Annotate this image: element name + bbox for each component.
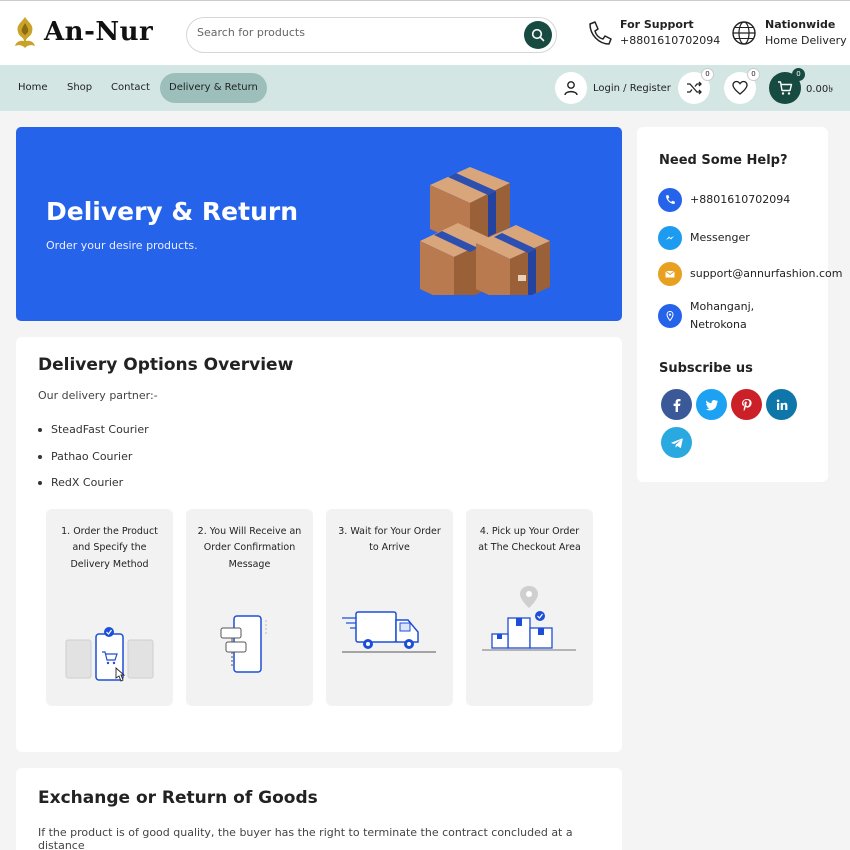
nav-item-home[interactable]: Home	[9, 73, 57, 103]
phone-support-icon	[589, 21, 612, 45]
logo-text: An-Nur	[44, 17, 154, 47]
subscribe-title: Subscribe us	[659, 361, 753, 376]
login-register-label[interactable]: Login / Register	[593, 83, 671, 94]
twitter-icon[interactable]	[696, 389, 727, 420]
support-title: For Support	[620, 18, 694, 31]
step-card-confirmation: 2. You Will Receive an Order Confirmatio…	[186, 509, 313, 706]
pickup-boxes-icon	[482, 586, 576, 651]
delivery-title: Nationwide	[765, 18, 836, 31]
contact-messenger-text: Messenger	[690, 231, 750, 244]
exchange-return-card: Exchange or Return of Goods If the produ…	[16, 768, 622, 850]
list-item: RedX Courier	[38, 476, 149, 503]
compare-count-badge: 0	[701, 68, 714, 81]
mail-icon	[658, 262, 682, 286]
partner-list: SteadFast Courier Pathao Courier RedX Co…	[38, 423, 149, 503]
user-button[interactable]	[555, 72, 587, 104]
exchange-text: If the product is of good quality, the b…	[38, 826, 573, 850]
search-button[interactable]	[524, 21, 552, 49]
cart-icon	[778, 81, 793, 95]
search-icon	[531, 28, 545, 42]
nav-item-contact[interactable]: Contact	[102, 73, 159, 103]
search-input[interactable]	[197, 26, 517, 39]
support-phone: +8801610702094	[620, 34, 721, 47]
login-register-link[interactable]: Login / Register	[555, 72, 671, 104]
globe-icon	[732, 21, 756, 45]
support-info[interactable]: For Support +8801610702094	[586, 17, 720, 49]
cart-count-badge: 0	[792, 68, 805, 81]
site-header: An-Nur For Support +8801610702094 Nat	[0, 0, 850, 65]
delivery-truck-icon	[342, 611, 436, 653]
help-title: Need Some Help?	[659, 153, 788, 168]
boxes-illustration	[420, 167, 550, 295]
contact-messenger[interactable]: Messenger	[658, 226, 750, 250]
step-label: 1. Order the Product and Specify the Del…	[61, 526, 158, 570]
step-label: 2. You Will Receive an Order Confirmatio…	[197, 526, 302, 570]
contact-phone-text: +8801610702094	[690, 193, 791, 206]
exchange-title: Exchange or Return of Goods	[38, 788, 318, 808]
step-card-order: 1. Order the Product and Specify the Del…	[46, 509, 173, 706]
confirmation-message-icon	[220, 615, 267, 673]
delivery-subtitle: Home Delivery	[765, 34, 847, 47]
step-label: 4. Pick up Your Order at The Checkout Ar…	[478, 526, 581, 554]
contact-email[interactable]: support@annurfashion.com	[658, 262, 842, 286]
contact-location-text: Mohanganj, Netrokona	[690, 300, 755, 331]
step-label: 3. Wait for Your Order to Arrive	[338, 526, 441, 554]
page-title: Delivery & Return	[46, 197, 299, 226]
shuffle-icon	[687, 81, 702, 95]
main-nav: Home Shop Contact Delivery & Return Logi…	[0, 65, 850, 111]
wishlist-count-badge: 0	[747, 68, 760, 81]
cart-total[interactable]: 0.00৳	[806, 82, 833, 99]
linkedin-icon[interactable]	[766, 389, 797, 420]
hero-subtitle: Order your desire products.	[46, 239, 198, 252]
order-product-icon	[65, 627, 154, 682]
help-sidebar: Need Some Help? +8801610702094 Messenger…	[637, 127, 842, 482]
nav-item-shop[interactable]: Shop	[58, 73, 101, 103]
compare-button[interactable]: 0	[678, 68, 714, 104]
delivery-info: Nationwide Home Delivery	[731, 17, 847, 49]
heart-icon	[732, 80, 748, 95]
cart-button[interactable]: 0	[769, 68, 805, 104]
wishlist-button[interactable]: 0	[724, 68, 760, 104]
contact-email-text: support@annurfashion.com	[690, 267, 843, 280]
location-icon	[658, 304, 682, 328]
pinterest-icon[interactable]	[731, 389, 762, 420]
list-item: Pathao Courier	[38, 450, 149, 477]
contact-phone[interactable]: +8801610702094	[658, 188, 790, 212]
delivery-options-card: Delivery Options Overview Our delivery p…	[16, 337, 622, 752]
user-icon	[564, 81, 578, 96]
search-bar	[186, 17, 557, 53]
step-card-arrive: 3. Wait for Your Order to Arrive	[326, 509, 453, 706]
facebook-icon[interactable]	[661, 389, 692, 420]
delivery-partner-intro: Our delivery partner:-	[38, 389, 158, 402]
phone-icon	[658, 188, 682, 212]
delivery-options-title: Delivery Options Overview	[38, 355, 294, 375]
list-item: SteadFast Courier	[38, 423, 149, 450]
telegram-icon[interactable]	[661, 427, 692, 458]
logo[interactable]: An-Nur	[12, 15, 153, 49]
logo-mark-icon	[15, 17, 35, 48]
contact-location: Mohanganj, Netrokona	[658, 298, 770, 334]
nav-item-delivery-return[interactable]: Delivery & Return	[160, 73, 267, 103]
step-card-pickup: 4. Pick up Your Order at The Checkout Ar…	[466, 509, 593, 706]
messenger-icon	[658, 226, 682, 250]
hero-banner: Delivery & Return Order your desire prod…	[16, 127, 622, 321]
